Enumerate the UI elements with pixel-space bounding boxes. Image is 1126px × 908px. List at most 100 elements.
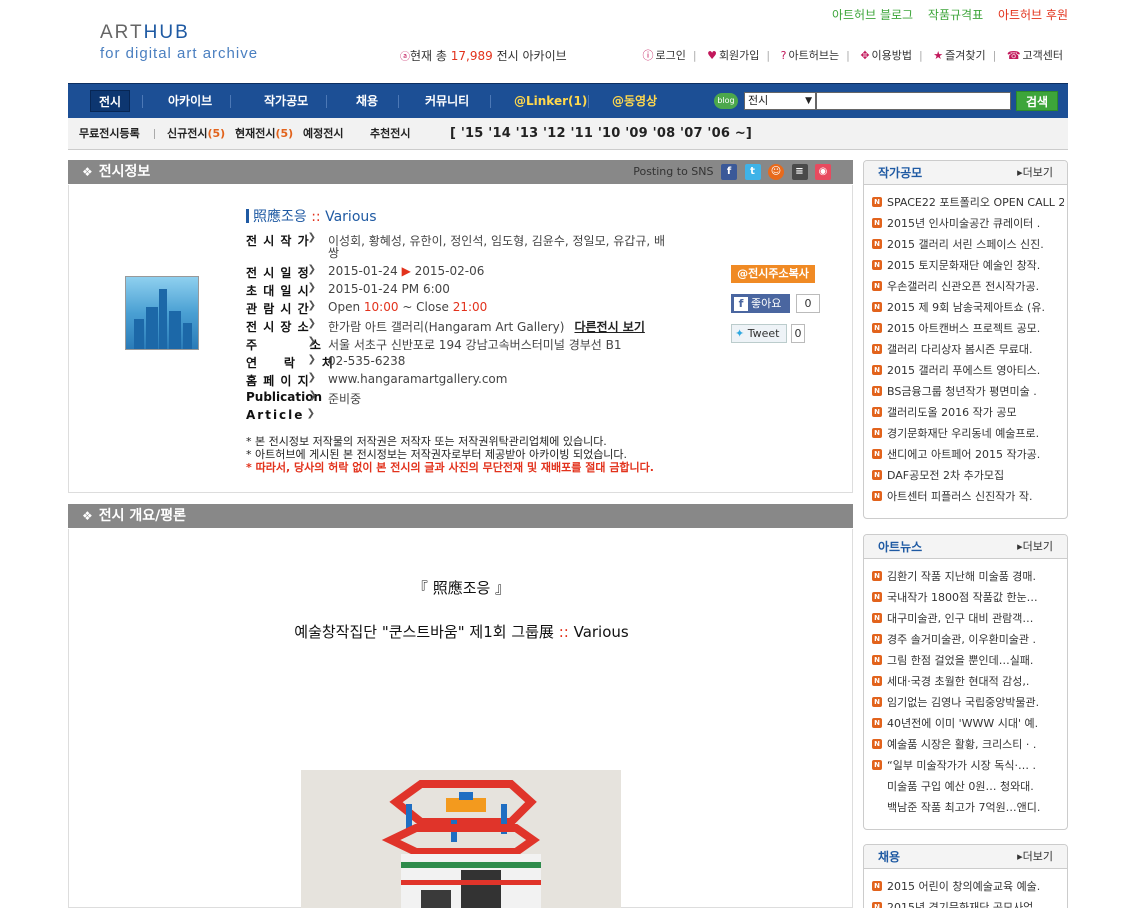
twitter-bird-icon: ✦ — [735, 327, 745, 340]
search-category-select[interactable]: 전시 ▼ — [744, 92, 816, 110]
sidebar-list-item[interactable]: N 2015 어린이 창의예술교육 예술. — [864, 876, 1064, 897]
sidebar-list-item[interactable]: 미술품 구입 예산 0원… 청와대. — [864, 776, 1064, 797]
subnav-upcoming[interactable]: 예정전시 — [303, 118, 343, 150]
sidebar-list-item[interactable]: N DAF공모전 2차 추가모집 — [864, 465, 1064, 486]
diamond-icon: ❖ — [82, 509, 93, 523]
sidebar-list-item[interactable]: N 40년전에 이미 'WWW 시대' 예. — [864, 713, 1064, 734]
blog-icon[interactable]: blog — [714, 93, 738, 109]
period-value: 2015-01-24 ▶ 2015-02-06 — [328, 264, 485, 278]
sidebar-list-item[interactable]: N “일부 미술작가가 시장 독식·… . — [864, 755, 1064, 776]
new-badge-icon: N — [872, 676, 882, 686]
sidebar-art-news: 아트뉴스 ▸더보기 N 김환기 작품 지난해 미술품 경매. N 국내작가 1800점 … — [863, 534, 1068, 830]
overview-body: 『 照應조응 』 예술창작집단 "쿤스트바움" 제1회 그룹展 :: Vario… — [68, 529, 853, 908]
sidebar-jobs: 채용 ▸더보기 N 2015 어린이 창의예술교육 예술. N 2015년 경기문화재단… — [863, 844, 1068, 908]
tweet-button[interactable]: ✦ Tweet — [731, 324, 787, 343]
sidebar-list-item[interactable]: N 아트센터 피플러스 신진작가 작. — [864, 486, 1064, 507]
tweet-count: 0 — [791, 324, 805, 343]
sidebar-list-item[interactable]: N 우손갤러리 신관오픈 전시작가공. — [864, 276, 1064, 297]
sidebar-list-item[interactable]: N 그림 한점 걸었을 뿐인데…실패. — [864, 650, 1064, 671]
info-section-header: ❖ 전시정보 Posting to SNS f t ☺ ≡ ◉ — [68, 160, 853, 184]
new-badge-icon: N — [872, 302, 882, 312]
subnav-recommended[interactable]: 추천전시 — [370, 118, 410, 150]
nav-video[interactable]: @동영상 — [612, 84, 657, 119]
support-link[interactable]: ☎ 고객센터 — [1007, 49, 1063, 62]
new-badge-icon: N — [872, 239, 882, 249]
search-input[interactable] — [816, 92, 1011, 110]
address-value: 서울 서초구 신반포로 194 강남고속버스터미널 경부선 B1 — [328, 338, 622, 352]
subnav-current[interactable]: 현재전시(5) — [235, 118, 293, 150]
blog-link[interactable]: 아트허브 블로그 — [832, 8, 913, 22]
bookmark-link[interactable]: ★ 즐겨찾기 — [933, 49, 985, 62]
sidebar-list-item[interactable]: N 2015 아트캔버스 프로젝트 공모. — [864, 318, 1064, 339]
new-badge-icon: N — [872, 902, 882, 908]
new-badge-icon: N — [872, 197, 882, 207]
sidebar-list-item[interactable]: N 경주 솔거미술관, 이우환미술관 . — [864, 629, 1064, 650]
login-link[interactable]: ⓘ 로그인 — [642, 49, 685, 62]
nav-artist-calls[interactable]: 작가공모 — [264, 84, 308, 119]
subnav-new[interactable]: 신규전시(5) — [167, 118, 225, 150]
sidebar-list-item[interactable]: N 2015 제 9회 남송국제아트쇼 (유. — [864, 297, 1064, 318]
sns-label: Posting to SNS — [633, 165, 714, 178]
sidebar-list-item[interactable]: N 김환기 작품 지난해 미술품 경매. — [864, 566, 1064, 587]
sidebar-list-item[interactable]: N 갤러리 다리상자 봄시즌 무료대. — [864, 339, 1064, 360]
sidebar-list-item[interactable]: N 대구미술관, 인구 대비 관람객… — [864, 608, 1064, 629]
overview-subheading: 예술창작집단 "쿤스트바움" 제1회 그룹展 :: Various — [294, 623, 629, 641]
nav-linker[interactable]: @Linker(1) — [514, 84, 587, 119]
search-button[interactable]: 검색 — [1016, 91, 1058, 111]
facebook-like-button[interactable]: f 좋아요 — [731, 294, 790, 313]
new-badge-icon: N — [872, 881, 882, 891]
arthub-logo[interactable]: ARTHUB for digital art archive — [100, 22, 258, 62]
sidebar-list-item[interactable]: N 국내작가 1800점 작품값 한눈… — [864, 587, 1064, 608]
sidebar-list-item[interactable]: N 2015 토지문화재단 예술인 창작. — [864, 255, 1064, 276]
sidebar-list-item[interactable]: N 2015년 인사미술공간 큐레이터 . — [864, 213, 1064, 234]
login-icon: ⓘ — [642, 49, 654, 62]
exhibition-thumbnail[interactable] — [125, 276, 199, 350]
top-links: 아트허브 블로그 작품규격표 아트허브 후원 — [821, 6, 1068, 23]
logo-art: ART — [100, 22, 144, 43]
signup-link[interactable]: ♥ 회원가입 — [707, 49, 759, 62]
new-badge-icon: N — [872, 718, 882, 728]
sidebar-list-item[interactable]: N BS금융그룹 청년작가 평면미술 . — [864, 381, 1064, 402]
diamond-icon: ❖ — [82, 165, 93, 179]
size-chart-link[interactable]: 작품규격표 — [928, 8, 983, 22]
nav-archive[interactable]: 아카이브 — [168, 84, 212, 119]
calls-more-link[interactable]: ▸더보기 — [1017, 161, 1053, 185]
other-exhibits-link[interactable]: 다른전시 보기 — [574, 320, 644, 334]
sidebar-list-item[interactable]: 백남준 작품 최고가 7억원…앤디. — [864, 797, 1064, 818]
twitter-icon[interactable]: t — [744, 164, 761, 180]
me2day-icon[interactable]: ☺ — [768, 164, 784, 180]
user-nav: ⓘ 로그인 | ♥ 회원가입 | ? 아트허브는 | ✥ 이용방법 | ★ 즐겨찾기 | ☎ 고객센터 — [642, 49, 1063, 62]
jobs-more-link[interactable]: ▸더보기 — [1017, 845, 1053, 869]
phone-value: 02-535-6238 — [328, 354, 406, 368]
cyworld-icon[interactable]: ◉ — [815, 164, 831, 180]
year-links[interactable]: [ '15 '14 '13 '12 '11 '10 '09 '08 '07 '0… — [450, 118, 752, 150]
sns-bar: Posting to SNS f t ☺ ≡ ◉ — [633, 160, 831, 184]
sponsor-link[interactable]: 아트허브 후원 — [998, 8, 1068, 22]
arrow-right-icon: ▶ — [401, 264, 411, 278]
sidebar-list-item[interactable]: N 갤러리도올 2016 작가 공모 — [864, 402, 1064, 423]
copy-address-button[interactable]: @전시주소복사 — [731, 265, 815, 283]
news-more-link[interactable]: ▸더보기 — [1017, 535, 1053, 559]
exhibition-info: 照應조응 :: Various 전 시 작 가 ❯ 이성회, 황혜성, 유한이, 정… — [68, 185, 853, 493]
nav-jobs[interactable]: 채용 — [356, 84, 378, 119]
nav-exhibition[interactable]: 전시 — [90, 90, 131, 112]
sidebar-list-item[interactable]: N 2015 갤러리 푸에스트 영아티스. — [864, 360, 1064, 381]
sidebar-list-item[interactable]: N 예술품 시장은 활황, 크리스티 · . — [864, 734, 1064, 755]
subnav-free-register[interactable]: 무료전시등록 — [79, 118, 140, 150]
sidebar-list-item[interactable]: N 임기없는 김영나 국립중앙박물관. — [864, 692, 1064, 713]
sidebar-list-item[interactable]: N 샌디에고 아트페어 2015 작가공. — [864, 444, 1064, 465]
new-badge-icon: N — [872, 739, 882, 749]
exhibition-title: 照應조응 :: Various — [246, 206, 377, 226]
facebook-icon[interactable]: f — [721, 164, 737, 180]
homepage-link[interactable]: www.hangaramartgallery.com — [328, 372, 507, 386]
sidebar-list-item[interactable]: N 2015년 경기문화재단 공모사업 — [864, 897, 1064, 908]
sidebar-list-item[interactable]: N 2015 갤러리 서린 스페이스 신진. — [864, 234, 1064, 255]
sidebar-list-item[interactable]: N 경기문화재단 우리동네 예술프로. — [864, 423, 1064, 444]
nav-community[interactable]: 커뮤니티 — [425, 84, 469, 119]
sidebar-list-item[interactable]: N 세대·국경 초월한 현대적 감성,. — [864, 671, 1064, 692]
about-link[interactable]: ? 아트허브는 — [781, 49, 839, 62]
new-badge-icon: N — [872, 260, 882, 270]
yozm-icon[interactable]: ≡ — [791, 164, 808, 180]
howto-link[interactable]: ✥ 이용방법 — [860, 49, 912, 62]
sidebar-list-item[interactable]: N SPACE22 포트폴리오 OPEN CALL 2. — [864, 192, 1064, 213]
